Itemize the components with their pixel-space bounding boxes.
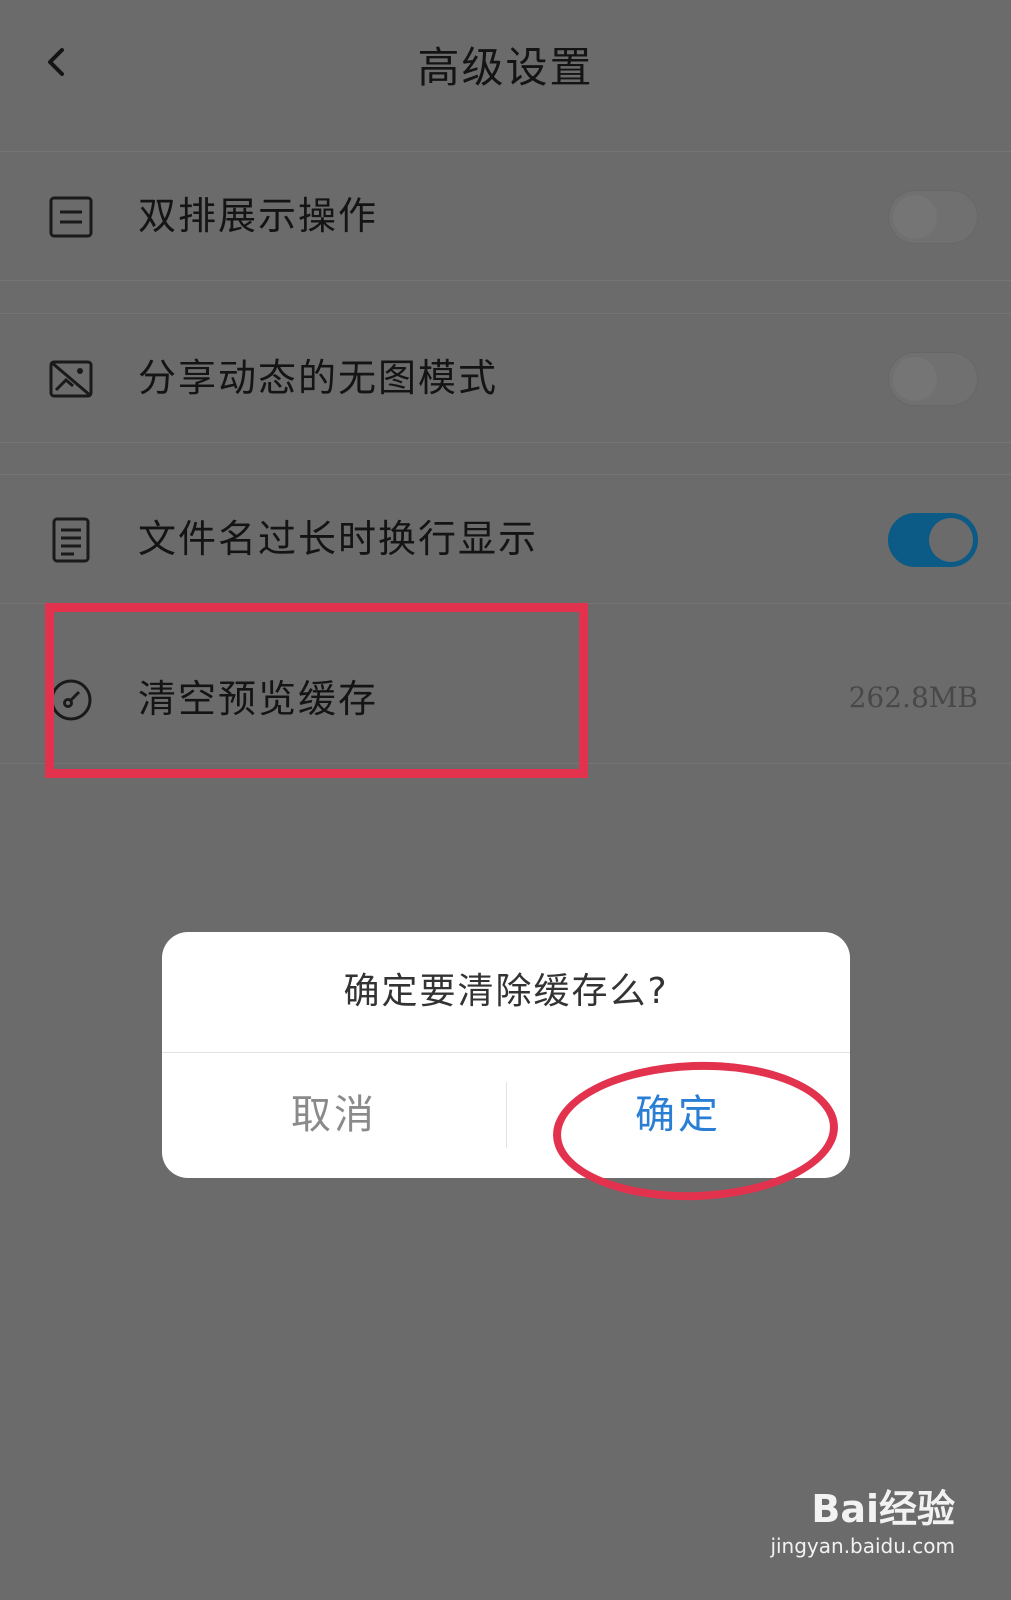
no-image-mode-toggle[interactable] — [888, 352, 978, 406]
toggle-knob — [893, 195, 937, 239]
setting-label: 分享动态的无图模式 — [138, 356, 499, 400]
no-image-icon — [49, 360, 93, 398]
annotation-highlight-box — [45, 603, 588, 778]
toggle-knob — [893, 357, 937, 401]
setting-row-no-image-mode[interactable]: 分享动态的无图模式 — [0, 313, 1011, 443]
double-column-toggle[interactable] — [888, 190, 978, 244]
app-header: 高级设置 — [0, 0, 1011, 148]
filename-wrap-toggle[interactable] — [888, 513, 978, 567]
cache-size-value: 262.8MB — [848, 681, 978, 714]
toggle-knob — [929, 518, 973, 562]
setting-row-filename-wrap[interactable]: 文件名过长时换行显示 — [0, 474, 1011, 604]
setting-label: 双排展示操作 — [138, 194, 379, 238]
watermark: Bai经验 jingyan.baidu.com — [765, 1478, 955, 1578]
document-icon — [52, 517, 90, 563]
setting-row-double-column[interactable]: 双排展示操作 — [0, 151, 1011, 281]
dialog-message: 确定要清除缓存么? — [343, 971, 669, 1012]
watermark-logo: Bai经验 — [811, 1487, 955, 1531]
list-box-icon — [49, 196, 93, 238]
setting-label: 文件名过长时换行显示 — [138, 517, 539, 561]
watermark-url: jingyan.baidu.com — [770, 1534, 955, 1558]
page-title: 高级设置 — [417, 43, 594, 92]
cancel-button[interactable]: 取消 — [162, 1053, 506, 1178]
